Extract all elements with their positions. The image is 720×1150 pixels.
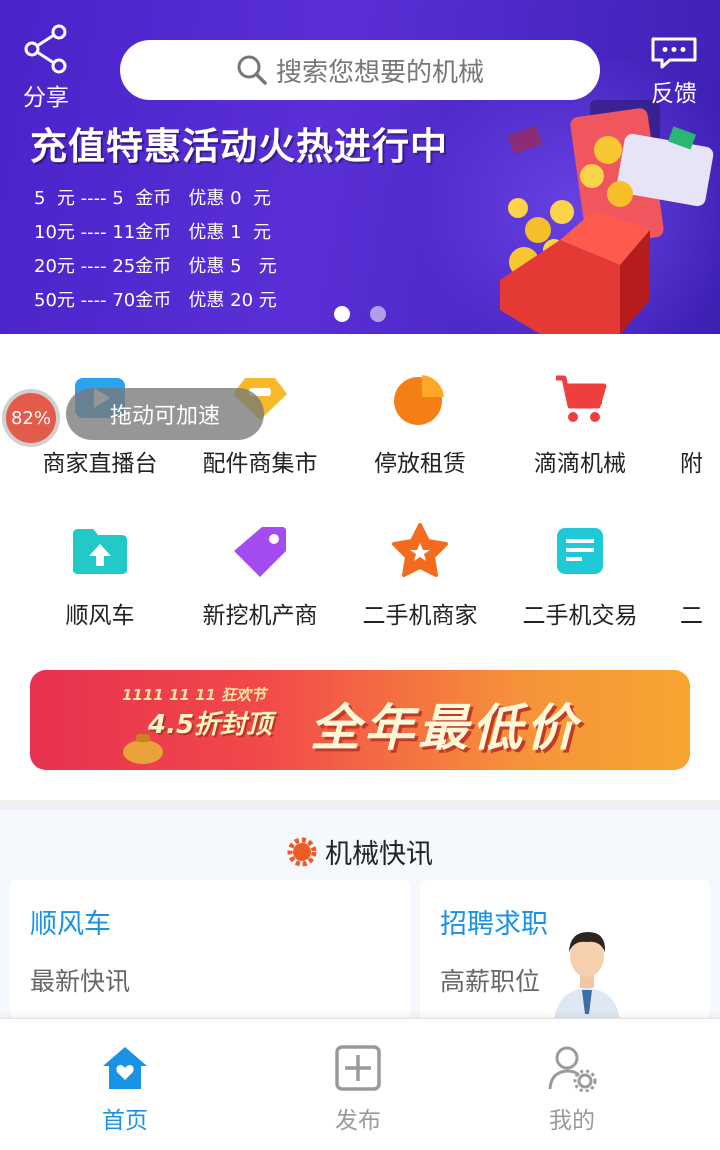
carousel-indicator <box>334 306 386 322</box>
category-new-excavator[interactable]: 新挖机产商 <box>180 520 340 630</box>
search-input[interactable]: 搜索您想要的机械 <box>120 40 600 100</box>
news-card-subtitle: 最新快讯 <box>30 967 131 996</box>
star-badge-icon <box>389 520 451 582</box>
category-label: 二手机商家 <box>362 603 478 629</box>
promo-banner[interactable]: 分享 搜索您想要的机械 反馈 充值特惠活动火热进行中 5 元 ---- 5 金币… <box>0 0 720 334</box>
gear-icon <box>287 837 317 866</box>
rate-line: 5 元 ---- 5 金币 优惠 0 元 <box>34 188 271 209</box>
nav-label: 首页 <box>102 1108 148 1134</box>
category-didi-machinery[interactable]: 滴滴机械 <box>500 368 660 478</box>
nav-mine[interactable]: 我的 <box>512 1043 632 1135</box>
category-more[interactable]: 附 <box>640 368 720 478</box>
recharge-rate-list: 5 元 ---- 5 金币 优惠 0 元 10元 ---- 11金币 优惠 1 … <box>34 182 277 318</box>
news-card-subtitle: 高薪职位 <box>440 967 541 996</box>
category-row-2: 顺风车 新挖机产商 二手机商家 二手机交易 二 <box>0 520 720 640</box>
news-card-title: 顺风车 <box>30 909 111 940</box>
category-ride-share[interactable]: 顺风车 <box>20 520 180 630</box>
ad-small-text: 1111 11 11 狂欢节 <box>122 686 267 704</box>
price-tag-icon <box>229 520 291 582</box>
sale-ad-banner[interactable]: 1111 11 11 狂欢节 4.5折封顶 全年最低价 <box>30 670 690 770</box>
nav-label: 发布 <box>335 1108 381 1134</box>
share-button[interactable]: 分享 <box>16 24 76 112</box>
home-icon <box>99 1043 151 1093</box>
share-icon <box>24 24 67 74</box>
feedback-label: 反馈 <box>651 81 697 107</box>
category-more-2[interactable]: 二 <box>640 520 720 630</box>
category-label: 滴滴机械 <box>534 451 626 477</box>
nav-publish[interactable]: 发布 <box>298 1043 418 1135</box>
search-placeholder: 搜索您想要的机械 <box>275 57 484 88</box>
news-section-title: 机械快讯 <box>325 839 433 870</box>
category-used-trading[interactable]: 二手机交易 <box>500 520 660 630</box>
share-label: 分享 <box>23 85 69 111</box>
folder-upload-icon <box>69 520 131 582</box>
news-section-header: 机械快讯 <box>0 832 720 871</box>
pie-chart-icon <box>389 368 451 430</box>
money-bag-icon <box>123 734 163 764</box>
carousel-dot-2[interactable] <box>370 306 386 322</box>
category-used-dealers[interactable]: 二手机商家 <box>340 520 500 630</box>
add-square-icon <box>332 1043 384 1093</box>
user-settings-icon <box>546 1043 598 1093</box>
search-icon <box>237 55 267 85</box>
drag-accelerate-hint[interactable]: 拖动可加速 <box>66 388 264 440</box>
boost-percent: 82% <box>6 393 56 443</box>
speed-boost-ball[interactable]: 82% <box>2 389 60 447</box>
coins-giftbox-illustration <box>500 100 714 334</box>
category-label: 新挖机产商 <box>202 603 318 629</box>
category-label: 顺风车 <box>65 603 135 629</box>
category-label: 二手机交易 <box>522 603 638 629</box>
nav-label: 我的 <box>549 1108 595 1134</box>
section-divider <box>0 800 720 810</box>
businessman-avatar <box>554 932 620 1020</box>
feedback-button[interactable]: 反馈 <box>644 36 704 108</box>
rate-line: 50元 ---- 70金币 优惠 20 元 <box>34 290 277 311</box>
news-card-title: 招聘求职 <box>440 909 548 940</box>
chat-bubble-icon <box>651 37 697 69</box>
category-label: 商家直播台 <box>42 451 158 477</box>
rate-line: 10元 ---- 11金币 优惠 1 元 <box>34 222 272 243</box>
shopping-cart-icon <box>549 368 611 430</box>
category-label: 二 <box>680 603 703 629</box>
bottom-navigation: 首页 发布 我的 <box>0 1018 720 1150</box>
category-label: 停放租赁 <box>374 451 466 477</box>
nav-home[interactable]: 首页 <box>65 1043 185 1135</box>
ad-headline: 全年最低价 <box>310 699 580 757</box>
category-label: 配件商集市 <box>202 451 318 477</box>
document-icon <box>549 520 611 582</box>
category-label: 附 <box>680 451 703 477</box>
news-card-jobs[interactable]: 招聘求职 高薪职位 <box>420 880 710 1020</box>
rate-line: 20元 ---- 25金币 优惠 5 元 <box>34 256 277 277</box>
category-parking-rental[interactable]: 停放租赁 <box>340 368 500 478</box>
banner-title: 充值特惠活动火热进行中 <box>30 125 448 168</box>
news-card-ride-share[interactable]: 顺风车 最新快讯 <box>10 880 410 1020</box>
carousel-dot-1[interactable] <box>334 306 350 322</box>
news-section: 机械快讯 顺风车 最新快讯 招聘求职 高薪职位 <box>0 810 720 1020</box>
